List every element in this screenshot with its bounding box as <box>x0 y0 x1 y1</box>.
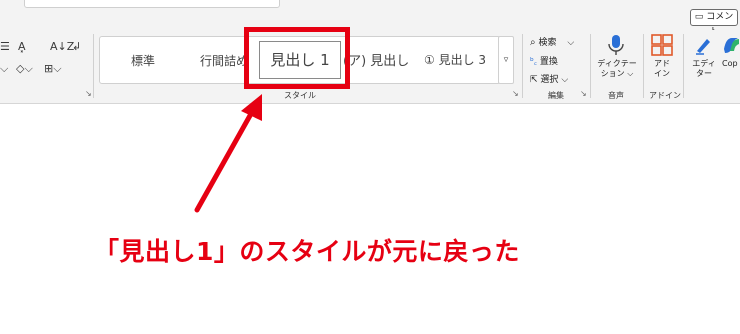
annotation-caption: 「見出し1」のスタイルが元に戻った <box>94 237 520 266</box>
annotation-arrow <box>194 94 262 213</box>
